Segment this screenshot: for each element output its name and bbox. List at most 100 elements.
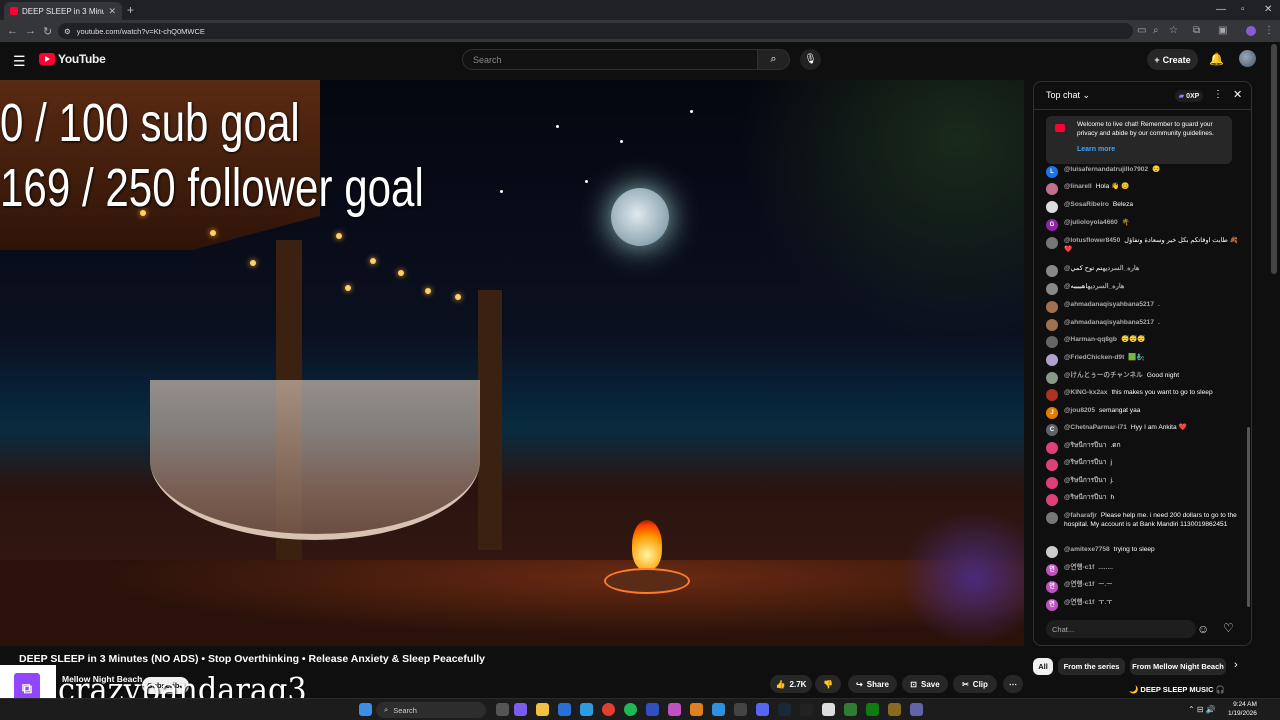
chat-close-icon[interactable]: ✕ <box>1233 88 1242 101</box>
app-icon[interactable] <box>712 703 725 716</box>
chat-avatar[interactable] <box>1046 183 1058 195</box>
system-tray[interactable]: ⌃ ⊟ 🔊 <box>1188 705 1216 714</box>
chip-from-channel[interactable]: From Mellow Night Beach <box>1130 658 1226 675</box>
youtube-logo[interactable]: YouTube <box>39 52 106 66</box>
search-input[interactable]: Search <box>462 49 758 70</box>
chat-avatar[interactable] <box>1046 372 1058 384</box>
emoji-icon[interactable]: ☺ <box>1197 622 1209 636</box>
chat-avatar[interactable]: 연 <box>1046 564 1058 576</box>
browser-tab[interactable]: DEEP SLEEP in 3 Minutes (NO A ✕ <box>4 2 122 20</box>
app-icon[interactable] <box>800 703 813 716</box>
new-tab-icon[interactable]: + <box>127 3 134 17</box>
chat-scrollbar[interactable] <box>1247 427 1250 607</box>
chat-author[interactable]: @SosaRibeiro <box>1064 201 1109 208</box>
chat-avatar[interactable] <box>1046 265 1058 277</box>
more-actions-button[interactable]: ⋯ <box>1003 675 1023 693</box>
chat-author[interactable]: @julioloyola4660 <box>1064 219 1118 226</box>
app-icon[interactable] <box>822 703 835 716</box>
search-button[interactable]: ⌕ <box>757 49 790 70</box>
store-icon[interactable] <box>558 703 571 716</box>
learn-more-link[interactable]: Learn more <box>1077 146 1115 153</box>
site-info-icon[interactable]: ⚙ <box>64 27 71 36</box>
chat-author[interactable]: @ริษนีการปีนา <box>1064 494 1106 501</box>
xp-badge[interactable]: ▰ 0XP <box>1175 90 1203 102</box>
chat-author[interactable]: @ahmadanaqisyahbana5217 <box>1064 301 1154 308</box>
chat-avatar[interactable] <box>1046 201 1058 213</box>
chip-from-series[interactable]: From the series <box>1058 658 1125 675</box>
task-view-icon[interactable] <box>496 703 509 716</box>
maximize-icon[interactable]: ▫ <box>1241 4 1245 15</box>
chat-more-icon[interactable]: ⋮ <box>1213 89 1223 100</box>
chat-avatar[interactable] <box>1046 442 1058 454</box>
notifications-bell-icon[interactable]: 🔔 <box>1209 52 1224 66</box>
chat-avatar[interactable] <box>1046 319 1058 331</box>
app-icon[interactable] <box>690 703 703 716</box>
chat-avatar[interactable]: C <box>1046 424 1058 436</box>
close-tab-icon[interactable]: ✕ <box>108 6 116 17</box>
bookmark-star-icon[interactable]: ☆ <box>1169 25 1178 36</box>
share-button[interactable]: ↪ Share <box>848 675 897 693</box>
edge-icon[interactable] <box>580 703 593 716</box>
chat-avatar[interactable] <box>1046 389 1058 401</box>
chat-avatar[interactable]: L <box>1046 166 1058 178</box>
chat-avatar[interactable] <box>1046 354 1058 366</box>
app-icon[interactable] <box>888 703 901 716</box>
chat-avatar[interactable] <box>1046 301 1058 313</box>
chat-author[interactable]: @ahmadanaqisyahbana5217 <box>1064 319 1154 326</box>
profile-icon[interactable] <box>1246 26 1256 36</box>
chat-author[interactable]: @ริษนีการปีนา <box>1064 442 1106 449</box>
chat-avatar[interactable] <box>1046 546 1058 558</box>
discord-icon[interactable] <box>756 703 769 716</box>
window-close-icon[interactable]: ✕ <box>1264 4 1272 15</box>
extensions-icon[interactable]: ⧉ <box>1193 25 1200 36</box>
chat-avatar[interactable] <box>1046 512 1058 524</box>
cast-icon[interactable]: ▭ <box>1137 25 1146 36</box>
app-icon[interactable] <box>844 703 857 716</box>
chat-author[interactable]: @けんとぅーのチャンネル <box>1064 372 1143 379</box>
address-bar[interactable]: ⚙ youtube.com/watch?v=Kt-chQ0MWCE <box>58 23 1133 39</box>
sidebar-icon[interactable]: ▣ <box>1218 25 1227 36</box>
voice-search-button[interactable]: 🎙 <box>800 49 821 70</box>
app-icon[interactable] <box>646 703 659 716</box>
chat-avatar[interactable] <box>1046 283 1058 295</box>
forward-icon[interactable]: → <box>25 25 36 37</box>
chat-author[interactable]: @lotusflower8450 <box>1064 237 1120 244</box>
taskbar-search[interactable]: ⌕ Search <box>376 702 486 718</box>
chat-author[interactable]: @FriedChicken-d9t <box>1064 354 1124 361</box>
chat-mode-dropdown[interactable]: Top chat ⌄ <box>1046 90 1090 101</box>
chat-author[interactable]: @luisafernandatrujillo7902 <box>1064 166 1148 173</box>
chat-avatar[interactable] <box>1046 477 1058 489</box>
reload-icon[interactable]: ↻ <box>43 25 52 38</box>
file-explorer-icon[interactable] <box>536 703 549 716</box>
dislike-button[interactable]: 👎 <box>815 675 841 693</box>
app-icon[interactable] <box>734 703 747 716</box>
copilot-icon[interactable] <box>514 703 527 716</box>
save-button[interactable]: ⊡ Save <box>902 675 948 693</box>
chat-author[interactable]: @linarell <box>1064 183 1092 190</box>
clip-button[interactable]: ✂ Clip <box>953 675 997 693</box>
windows-start-icon[interactable] <box>359 703 372 716</box>
heart-icon[interactable]: ♡ <box>1223 621 1234 635</box>
chat-author[interactable]: @ChetnaParmar-i71 <box>1064 424 1127 431</box>
back-icon[interactable]: ← <box>7 25 18 37</box>
spotify-icon[interactable] <box>624 703 637 716</box>
chat-avatar[interactable] <box>1046 237 1058 249</box>
chat-avatar[interactable] <box>1046 494 1058 506</box>
chat-avatar[interactable]: G <box>1046 219 1058 231</box>
chat-avatar[interactable] <box>1046 459 1058 471</box>
chat-avatar[interactable] <box>1046 336 1058 348</box>
chrome-icon[interactable] <box>602 703 615 716</box>
zoom-icon[interactable]: ⌕ <box>1153 25 1159 36</box>
chat-author[interactable]: @연행-c1f <box>1064 581 1094 588</box>
app-icon[interactable] <box>668 703 681 716</box>
chat-author[interactable]: @연행-c1f <box>1064 564 1094 571</box>
hamburger-menu-icon[interactable]: ☰ <box>13 53 26 70</box>
like-button[interactable]: 👍 2.7K <box>770 675 812 693</box>
minimize-icon[interactable]: — <box>1216 4 1226 15</box>
chat-author[interactable]: @jou8205 <box>1064 407 1095 414</box>
chat-avatar[interactable]: 연 <box>1046 599 1058 611</box>
steam-icon[interactable] <box>778 703 791 716</box>
chat-avatar[interactable]: 연 <box>1046 581 1058 593</box>
chat-author[interactable]: @faharafjr <box>1064 512 1097 519</box>
chat-author[interactable]: @Harman-qq8gb <box>1064 336 1117 343</box>
